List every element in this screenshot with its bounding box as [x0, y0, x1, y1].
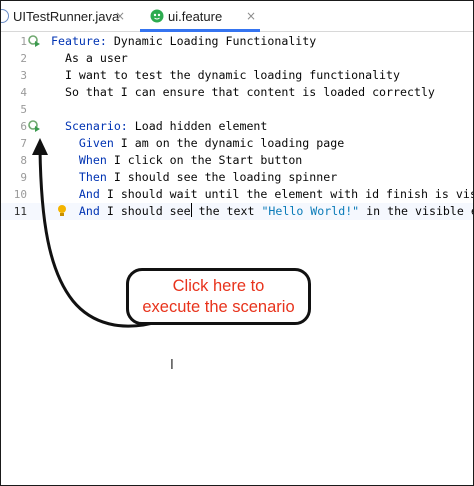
annotation-arrow: [32, 138, 163, 328]
ide-window: UITestRunner.java × ui.feature × 1 Featur…: [0, 0, 474, 486]
annotation-line-2: execute the scenario: [142, 297, 295, 316]
mouse-cursor-icon: I: [170, 358, 174, 373]
annotation-callout: Click here to execute the scenario: [126, 268, 311, 325]
annotation-line-1: Click here to: [172, 276, 265, 295]
